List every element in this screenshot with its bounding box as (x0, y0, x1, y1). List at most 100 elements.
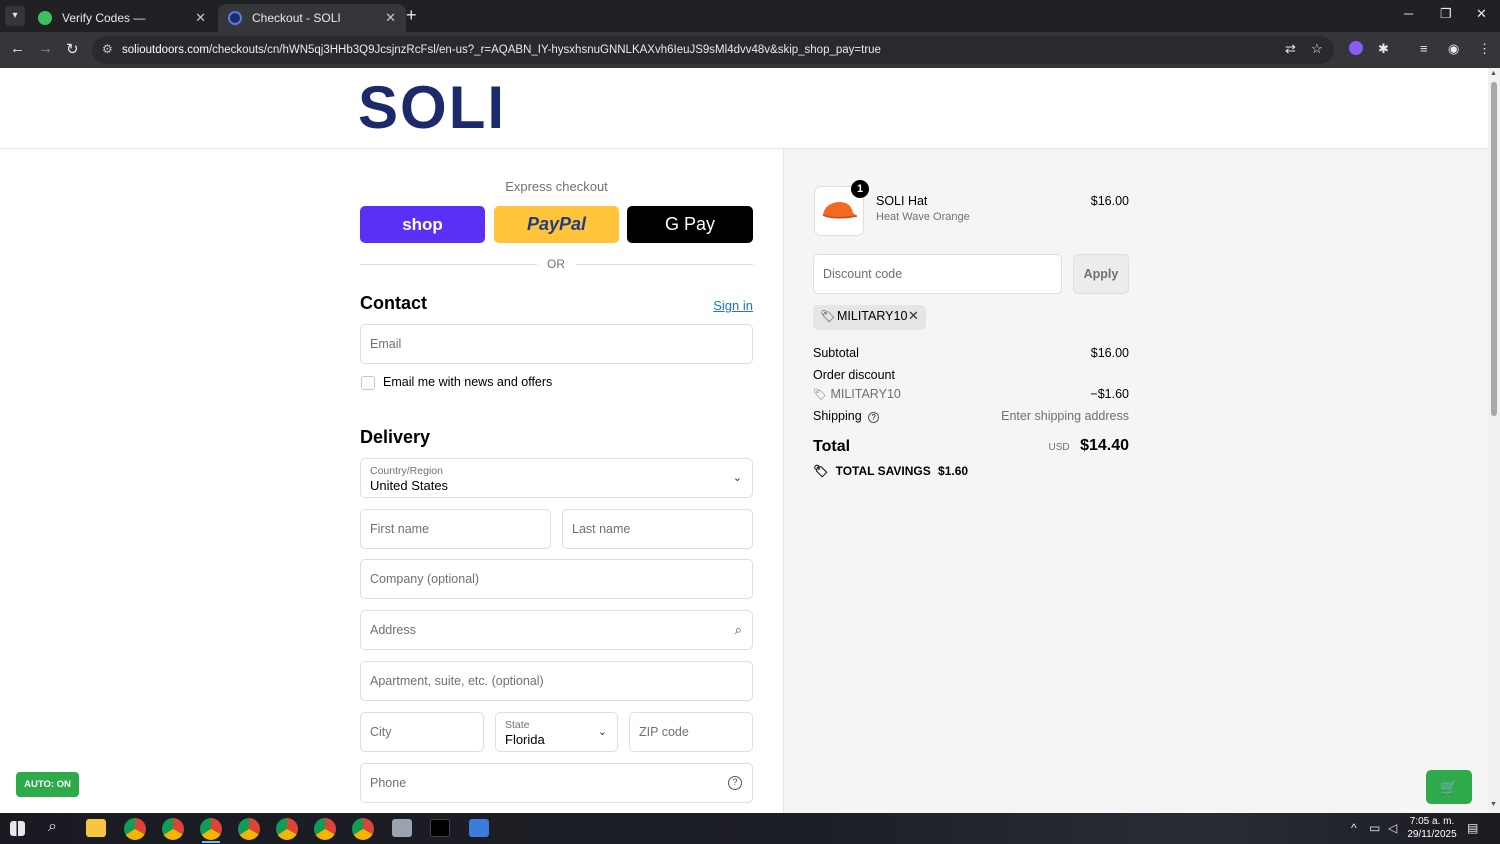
tag-icon: 🏷 (813, 389, 827, 401)
network-icon[interactable]: ▭ (1369, 821, 1380, 835)
bookmark-star-icon[interactable]: ☆ (1311, 41, 1323, 57)
product-variant: Heat Wave Orange (876, 211, 970, 223)
url-text[interactable]: solioutdoors.com/checkouts/cn/hWN5qj3HHb… (122, 36, 881, 64)
company-field[interactable]: Company (optional) (360, 559, 753, 599)
mail-app-icon[interactable] (469, 819, 489, 837)
app-window-icon[interactable] (392, 819, 412, 837)
scrollbar-thumb[interactable] (1491, 82, 1497, 416)
chrome-icon[interactable] (124, 818, 146, 840)
chrome-icon[interactable] (276, 818, 298, 840)
soli-favicon-icon (228, 11, 242, 25)
extensions-puzzle-icon[interactable]: ✱ (1378, 41, 1389, 57)
translate-icon[interactable]: ⇄ (1285, 41, 1296, 57)
discount-placeholder: Discount code (823, 267, 903, 281)
help-circle-icon[interactable]: ? (868, 412, 880, 423)
email-field[interactable]: Email (360, 324, 753, 364)
newsletter-checkbox[interactable] (361, 376, 375, 390)
apply-button[interactable]: Apply (1073, 254, 1129, 294)
auto-on-badge[interactable]: AUTO: ON (16, 772, 79, 797)
paypal-button[interactable]: PayPal (494, 206, 619, 243)
notification-icon[interactable]: ▤ (1467, 821, 1478, 835)
zip-field[interactable]: ZIP code (629, 712, 753, 752)
volume-icon[interactable]: ◁ (1388, 821, 1397, 835)
state-select[interactable]: State Florida ⌄ (495, 712, 618, 752)
total-savings: 🏷 TOTAL SAVINGS $1.60 (813, 464, 968, 478)
total-value: $14.40 (1080, 437, 1129, 454)
tag-icon: 🏷 (820, 309, 836, 323)
media-control-icon[interactable]: ≡ (1420, 41, 1428, 56)
new-tab-icon[interactable]: + (406, 5, 417, 26)
state-label: State (505, 719, 530, 731)
terminal-app-icon[interactable] (430, 819, 450, 837)
windows-start-icon[interactable] (10, 821, 25, 836)
profile-icon[interactable]: ◉ (1448, 41, 1459, 57)
phone-field[interactable]: Phone ? (360, 763, 753, 803)
extension-simplycodes-icon[interactable] (1349, 41, 1363, 55)
site-info-icon[interactable]: ⚙ (102, 42, 113, 56)
clock-date: 29/11/2025 (1407, 829, 1457, 840)
checkout-page: SOLI Express checkout shop PayPal G Pay … (0, 68, 1488, 813)
tab-title: Checkout - SOLI (252, 11, 341, 25)
forward-icon[interactable]: → (38, 40, 53, 57)
country-select[interactable]: Country/Region United States ⌄ (360, 458, 753, 498)
newsletter-label[interactable]: Email me with news and offers (383, 375, 552, 389)
shipping-label: Shipping (813, 409, 862, 423)
applied-code: MILITARY10 (837, 309, 908, 323)
city-field[interactable]: City (360, 712, 484, 752)
menu-kebab-icon[interactable]: ⋮ (1478, 41, 1491, 57)
reload-icon[interactable]: ↻ (66, 40, 79, 58)
chevron-down-icon: ⌄ (597, 726, 607, 738)
shop-pay-button[interactable]: shop (360, 206, 485, 243)
apartment-placeholder: Apartment, suite, etc. (optional) (370, 674, 544, 688)
apartment-field[interactable]: Apartment, suite, etc. (optional) (360, 661, 753, 701)
search-icon: ⌕ (734, 622, 742, 637)
or-divider-label: OR (547, 257, 565, 271)
tag-icon: 🏷 (813, 464, 829, 478)
sign-in-link[interactable]: Sign in (700, 298, 753, 313)
back-icon[interactable]: ← (10, 40, 25, 57)
clock-time: 7:05 a. m. (1409, 816, 1455, 827)
discount-code-label: MILITARY10 (830, 387, 901, 401)
address-bar[interactable]: ⚙ solioutdoors.com/checkouts/cn/hWN5qj3H… (92, 36, 1334, 64)
quantity-badge: 1 (851, 180, 869, 198)
close-tab-icon[interactable]: ✕ (195, 4, 206, 32)
soli-logo[interactable]: SOLI (358, 78, 506, 138)
file-explorer-icon[interactable] (86, 819, 106, 837)
chrome-icon[interactable] (162, 818, 184, 840)
cart-icon[interactable]: 🛒 (1426, 770, 1472, 804)
google-pay-button[interactable]: G Pay (627, 206, 753, 243)
close-tab-icon[interactable]: ✕ (385, 4, 396, 32)
tab-search-icon[interactable]: ▾ (5, 6, 25, 26)
chrome-icon[interactable] (238, 818, 260, 840)
order-summary-panel (783, 149, 1488, 813)
city-placeholder: City (370, 725, 392, 739)
scroll-up-icon[interactable]: ▲ (1490, 70, 1497, 77)
tab-checkout[interactable]: Checkout - SOLI ✕ (218, 4, 406, 32)
restore-icon[interactable]: ❐ (1440, 6, 1452, 22)
window-close-icon[interactable]: ✕ (1476, 6, 1487, 22)
chrome-icon[interactable] (200, 818, 222, 840)
order-discount-label: Order discount (813, 368, 895, 382)
page-scrollbar[interactable]: ▲ ▼ (1488, 68, 1500, 813)
total-currency: USD (1048, 442, 1070, 453)
taskbar-clock[interactable]: 7:05 a. m. 29/11/2025 (1400, 815, 1464, 841)
chrome-icon[interactable] (352, 818, 374, 840)
address-placeholder: Address (370, 623, 416, 637)
first-name-field[interactable]: First name (360, 509, 551, 549)
discount-code-input[interactable]: Discount code (813, 254, 1062, 294)
search-icon[interactable]: ⌕ (48, 818, 57, 836)
company-placeholder: Company (optional) (370, 572, 480, 586)
shipping-value: Enter shipping address (1001, 409, 1129, 423)
remove-discount-icon[interactable]: ✕ (908, 308, 919, 324)
tray-chevron-up-icon[interactable]: ^ (1351, 821, 1357, 835)
chrome-icon[interactable] (314, 818, 336, 840)
help-circle-icon[interactable]: ? (728, 776, 742, 790)
address-field[interactable]: Address ⌕ (360, 610, 753, 650)
last-name-field[interactable]: Last name (562, 509, 753, 549)
tab-verify-codes[interactable]: Verify Codes — SimplyCodes ✕ (28, 4, 216, 53)
minimize-icon[interactable]: ─ (1404, 6, 1413, 21)
savings-label: TOTAL SAVINGS (835, 464, 931, 478)
state-value: Florida (505, 732, 545, 747)
tab-strip: ▾ Verify Codes — SimplyCodes ✕ Checkout … (0, 0, 1500, 53)
scroll-down-icon[interactable]: ▼ (1490, 801, 1497, 808)
